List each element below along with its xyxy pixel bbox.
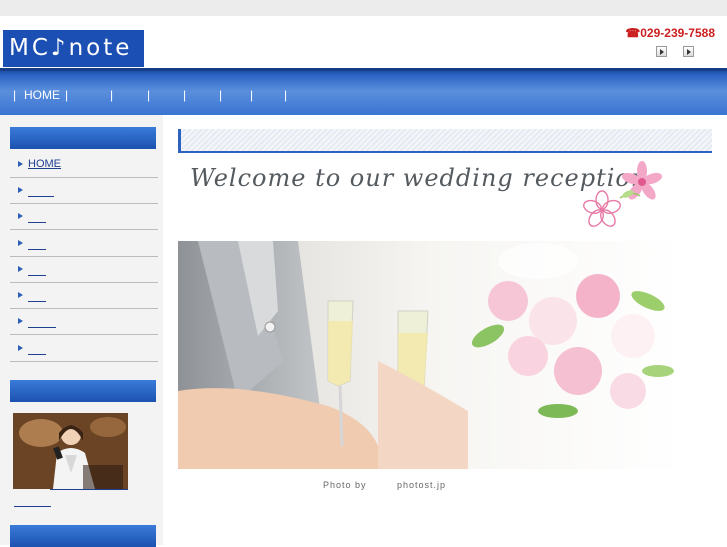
welcome-heading: Welcome to our wedding reception — [190, 164, 648, 192]
sidebar-link-underline[interactable] — [28, 196, 54, 197]
nav-item-home[interactable]: HOME — [24, 88, 60, 102]
sidebar-item[interactable] — [10, 336, 158, 362]
arrow-icon — [18, 161, 23, 167]
sidebar-link-underline[interactable] — [28, 327, 56, 328]
sidebar-item[interactable] — [10, 257, 158, 283]
nav-separator: | — [250, 88, 254, 102]
sidebar-third-header — [10, 525, 156, 547]
profile-link-underline[interactable] — [50, 489, 128, 490]
sidebar-item-label[interactable]: HOME — [28, 158, 61, 170]
mc-photo-illustration — [13, 413, 128, 489]
site-header: MC♪note ☎029-239-7588 — [0, 16, 727, 68]
sidebar-link-underline[interactable] — [28, 275, 46, 276]
nav-separator: | — [219, 88, 223, 102]
sidebar-menu-header — [10, 127, 156, 149]
sidebar-link-underline[interactable] — [28, 222, 46, 223]
arrow-icon — [18, 240, 23, 246]
sidebar-link-underline[interactable] — [28, 249, 46, 250]
nav-separator: | — [284, 88, 288, 102]
arrow-icon — [18, 266, 23, 272]
sidebar-item[interactable] — [10, 283, 158, 309]
sidebar-item-home[interactable]: HOME — [10, 152, 158, 178]
hero-image — [178, 241, 683, 469]
top-strip — [0, 0, 727, 16]
sidebar-profile-header — [10, 380, 156, 402]
nav-separator: | — [13, 88, 17, 102]
arrow-icon — [18, 318, 23, 324]
arrow-icon — [18, 213, 23, 219]
profile-link-underline[interactable] — [14, 506, 51, 507]
sidebar-item[interactable] — [10, 178, 158, 204]
nav-separator: | — [147, 88, 151, 102]
phone-number: ☎029-239-7588 — [625, 26, 715, 40]
wedding-toast-illustration — [178, 241, 683, 469]
arrow-icon — [18, 187, 23, 193]
main-nav: | HOME | | | | | | | — [0, 68, 727, 115]
content-title-bar — [178, 129, 712, 153]
sidebar-item[interactable] — [10, 309, 158, 335]
nav-separator: | — [65, 88, 69, 102]
nav-separator: | — [110, 88, 114, 102]
flower-decoration — [583, 161, 663, 227]
photo-credit-label: Photo by — [323, 480, 367, 490]
sidebar-link-underline[interactable] — [28, 301, 46, 302]
sidebar-link-underline[interactable] — [28, 354, 46, 355]
mc-profile-photo[interactable] — [13, 413, 128, 489]
photo-credit-source[interactable]: photost.jp — [397, 480, 446, 490]
site-logo[interactable]: MC♪note — [3, 30, 144, 67]
arrow-icon — [18, 292, 23, 298]
play-icon[interactable] — [683, 46, 694, 57]
sidebar-item[interactable] — [10, 231, 158, 257]
arrow-icon — [18, 345, 23, 351]
nav-separator: | — [183, 88, 187, 102]
sidebar-item[interactable] — [10, 204, 158, 230]
play-icon[interactable] — [656, 46, 667, 57]
